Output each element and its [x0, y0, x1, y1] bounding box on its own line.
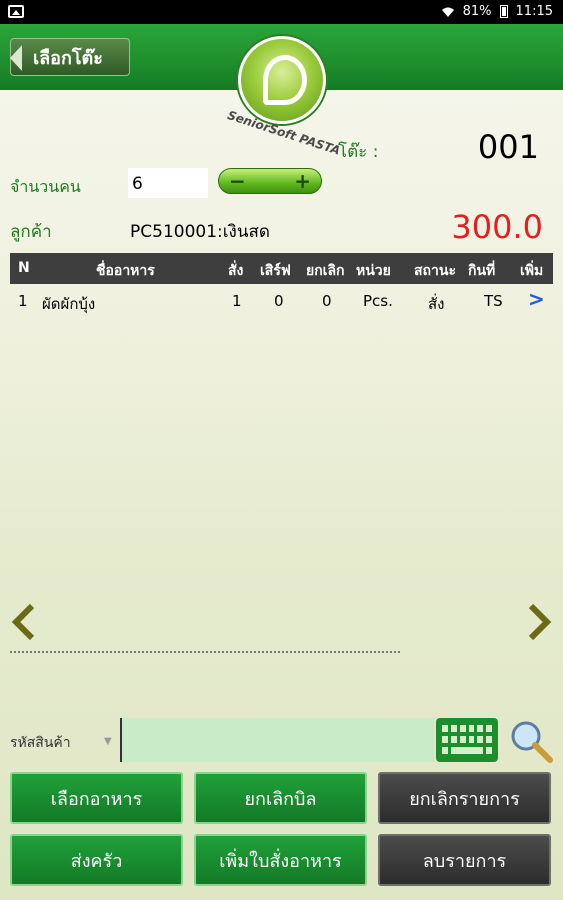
dropdown-icon[interactable]: ▼ [104, 736, 112, 747]
select-table-button[interactable]: เลือกโต๊ะ [10, 38, 130, 76]
battery-percent: 81% [462, 4, 492, 19]
product-code-input[interactable] [120, 718, 434, 762]
cancel-bill-button[interactable]: ยกเลิกบิล [194, 772, 367, 824]
pasta-logo-icon [238, 36, 326, 124]
cancel-item-button[interactable]: ยกเลิกรายการ [378, 772, 551, 824]
col-food-name: ชื่ออาหาร [96, 263, 155, 279]
clock: 11:15 [515, 4, 553, 19]
col-served: เสิร์ฟ [260, 263, 291, 279]
picture-icon [8, 5, 24, 18]
col-add: เพิ่ม [520, 263, 544, 279]
people-label: จำนวนคน [10, 177, 81, 196]
table-label: โต๊ะ : [338, 142, 379, 162]
order-table-header: N ชื่ออาหาร สั่ง เสิร์ฟ ยกเลิก หน่วย สถา… [10, 253, 553, 284]
col-status: สถานะ [414, 263, 456, 279]
customer-label: ลูกค้า [10, 222, 52, 242]
add-order-sheet-button[interactable]: เพิ่มใบสั่งอาหาร [194, 834, 367, 886]
col-n: N [18, 260, 30, 276]
next-page-icon[interactable] [527, 602, 553, 642]
order-total: 300.0 [451, 208, 543, 246]
col-eat-at: กินที่ [468, 263, 496, 279]
row-cancelled: 0 [322, 292, 332, 310]
divider [10, 651, 400, 653]
status-bar: 81% 11:15 [0, 0, 563, 24]
wifi-icon [441, 7, 454, 17]
row-eat-at: TS [484, 292, 503, 310]
people-count-field[interactable]: 6 [128, 168, 208, 198]
search-icon[interactable] [508, 718, 554, 764]
table-row[interactable]: 1 ผัดผักบุ้ง 1 0 0 Pcs. สั่ง TS > [10, 285, 553, 313]
row-more-icon[interactable]: > [528, 287, 545, 311]
row-unit: Pcs. [363, 292, 393, 310]
back-arrow-icon [10, 45, 22, 71]
select-table-label: เลือกโต๊ะ [33, 47, 103, 69]
send-kitchen-button[interactable]: ส่งครัว [10, 834, 183, 886]
row-food-name: ผัดผักบุ้ง [42, 295, 96, 313]
people-stepper[interactable]: − + [218, 168, 322, 194]
previous-page-icon[interactable] [10, 602, 36, 642]
plus-icon[interactable]: + [294, 171, 311, 191]
status-right: 81% 11:15 [441, 4, 553, 19]
row-served: 0 [274, 292, 284, 310]
table-number: 001 [477, 128, 539, 166]
minus-icon[interactable]: − [229, 171, 246, 191]
col-cancelled: ยกเลิก [306, 263, 345, 279]
product-code-label: รหัสสินค้า [10, 735, 71, 751]
row-ordered: 1 [232, 292, 242, 310]
keyboard-icon[interactable] [436, 718, 498, 762]
col-unit: หน่วย [356, 263, 391, 279]
col-ordered: สั่ง [228, 263, 244, 279]
select-food-button[interactable]: เลือกอาหาร [10, 772, 183, 824]
row-n: 1 [18, 292, 28, 310]
customer-value[interactable]: PC510001:เงินสด [130, 218, 270, 245]
row-status: สั่ง [428, 295, 445, 313]
delete-item-button[interactable]: ลบรายการ [378, 834, 551, 886]
battery-icon [499, 5, 508, 18]
